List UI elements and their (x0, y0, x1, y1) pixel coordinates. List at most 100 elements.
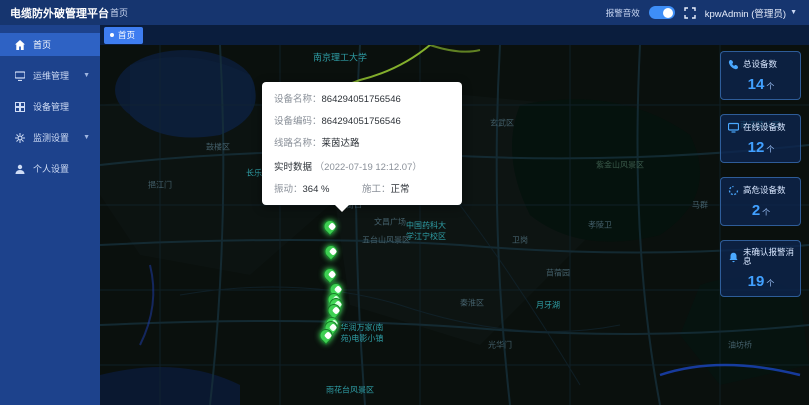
map-place-label: 紫金山风景区 (596, 160, 644, 170)
marker-device-icon (323, 331, 332, 340)
gear-icon (14, 132, 25, 143)
sidebar-item-label: 监测设置 (33, 133, 70, 143)
sidebar: 首页 运维管理 ▼ 设备管理 监测设置 ▼ 个人设置 (0, 25, 100, 405)
sidebar-item-home[interactable]: 首页 (0, 33, 100, 56)
map-place-label: 鼓楼区 (206, 142, 230, 152)
stat-card-title: 在线设备数 (743, 121, 786, 132)
chevron-down-icon: ▼ (83, 72, 90, 79)
stat-card-value: 2 (751, 202, 761, 219)
header-controls: 报警音效 kpwAdmin (管理员) ▼ (606, 6, 809, 20)
tab-strip: 首页 (100, 25, 809, 45)
metrics-row: 振动：364 % 施工：正常 (274, 181, 450, 195)
map-canvas[interactable]: 南京理工大学长乐路街区南京医科大 学江宁校区中国药科大 学江宁校区文昌广场五台山… (100, 45, 809, 405)
tab-label: 首页 (118, 30, 136, 40)
sidebar-item-ops[interactable]: 运维管理 ▼ (0, 64, 100, 87)
fullscreen-icon[interactable] (684, 6, 696, 19)
map-place-label: 玄武区 (490, 118, 514, 128)
map-place-label: 孝陵卫 (588, 220, 612, 230)
tab-active-dot-icon (110, 33, 114, 37)
stat-card-value: 14 (747, 76, 765, 93)
metric-vibration: 振动：364 % (274, 181, 362, 195)
popup-field: 设备名称：864294051756546 (274, 91, 450, 105)
popup-field: 设备编码：864294051756546 (274, 113, 450, 127)
stat-card-unconfirmed-alarms: 未确认报警消息 19 个 (720, 240, 801, 297)
chevron-down-icon: ▼ (790, 9, 797, 16)
popup-field: 线路名称：莱茵达路 (274, 135, 450, 149)
marker-device-icon (328, 247, 337, 256)
stat-card-unit: 个 (766, 82, 775, 91)
risk-circle-icon (728, 185, 739, 196)
sidebar-item-devices[interactable]: 设备管理 (0, 95, 100, 118)
marker-device-icon (331, 306, 340, 315)
device-info-popup: 设备名称：864294051756546 设备编码：86429405175654… (262, 82, 462, 212)
ops-icon (14, 70, 25, 81)
marker-device-icon (327, 222, 336, 231)
field-label: 线路名称： (274, 138, 322, 149)
phone-device-icon (728, 59, 739, 70)
metric-value: 364 % (302, 184, 330, 195)
map-place-label: 卫岗 (512, 235, 528, 245)
breadcrumb: 首页 (110, 8, 129, 18)
metric-label: 振动： (274, 184, 303, 195)
user-label: kpwAdmin (管理员) (704, 8, 787, 20)
stat-card-title: 高危设备数 (743, 184, 786, 195)
field-value: 864294051756546 (321, 116, 401, 127)
app-header: 电缆防外破管理平台 首页 报警音效 kpwAdmin (管理员) ▼ (0, 0, 809, 25)
alarm-sound-label: 报警音效 (605, 7, 640, 18)
monitor-icon (728, 122, 739, 133)
map-marker-green[interactable] (320, 217, 340, 236)
stat-card-value: 12 (747, 139, 765, 156)
realtime-row: 实时数据 （2022-07-19 12:12.07） (274, 159, 450, 173)
sidebar-item-label: 个人设置 (33, 164, 70, 174)
map-place-label: 五台山风景区 (362, 235, 410, 245)
sidebar-item-personal-settings[interactable]: 个人设置 (0, 157, 100, 180)
stat-card-value: 19 (747, 272, 765, 290)
map-place-label: 油坊桥 (728, 340, 752, 350)
home-icon (14, 39, 25, 50)
realtime-timestamp: （2022-07-19 12:12.07） (314, 162, 422, 173)
stat-card-unit: 个 (766, 278, 775, 288)
bell-icon (728, 252, 739, 263)
device-icon (14, 101, 25, 112)
map-place-label: 挹江门 (148, 180, 172, 190)
map-place-label: 秦淮区 (460, 298, 484, 308)
toggle-knob (663, 7, 674, 18)
app-title: 电缆防外破管理平台 (10, 7, 109, 20)
metric-label: 施工： (362, 184, 391, 195)
map-place-label: 苜蓿园 (546, 268, 570, 278)
map-marker-green[interactable] (320, 265, 340, 284)
field-value: 864294051756546 (321, 94, 401, 105)
map-place-label: 光华门 (488, 340, 512, 350)
sidebar-item-label: 首页 (33, 40, 52, 50)
map-place-label: 南京理工大学 (312, 52, 368, 63)
stat-card-unit: 个 (766, 145, 775, 154)
user-menu[interactable]: kpwAdmin (管理员) ▼ (705, 6, 797, 20)
alarm-sound-toggle[interactable] (648, 6, 675, 19)
stat-cards: 总设备数 14 个 在线设备数 12 个 高危设备数 2个 未确认报警消息 19… (720, 51, 801, 297)
map-place-label: 马群 (692, 200, 708, 210)
field-label: 设备编码： (274, 116, 322, 127)
field-label: 设备名称： (274, 94, 322, 105)
stat-card-high-risk-devices: 高危设备数 2个 (720, 177, 801, 226)
map-place-label: 中国药科大 学江宁校区 (406, 221, 446, 241)
metric-value: 正常 (390, 184, 410, 195)
stat-card-unit: 个 (762, 208, 771, 217)
sidebar-item-label: 设备管理 (33, 102, 70, 112)
chevron-down-icon: ▼ (83, 134, 90, 141)
tab-home[interactable]: 首页 (104, 26, 144, 44)
field-value: 莱茵达路 (321, 138, 360, 149)
stat-card-online-devices: 在线设备数 12 个 (720, 114, 801, 163)
stat-card-title: 未确认报警消息 (743, 247, 795, 267)
user-icon (14, 163, 25, 174)
map-place-label: 华润万家(南 苑)电影小镇 (340, 323, 384, 343)
realtime-label: 实时数据 (274, 162, 313, 173)
metric-construction: 施工：正常 (362, 181, 450, 195)
map-marker-green[interactable] (321, 242, 341, 261)
sidebar-item-label: 运维管理 (33, 71, 70, 81)
map-place-label: 雨花台风景区 (326, 385, 374, 395)
stat-card-title: 总设备数 (743, 58, 778, 69)
sidebar-item-monitor-settings[interactable]: 监测设置 ▼ (0, 126, 100, 149)
map-place-label: 文昌广场 (374, 217, 406, 227)
stat-card-total-devices: 总设备数 14 个 (720, 51, 801, 100)
marker-device-icon (327, 270, 336, 279)
